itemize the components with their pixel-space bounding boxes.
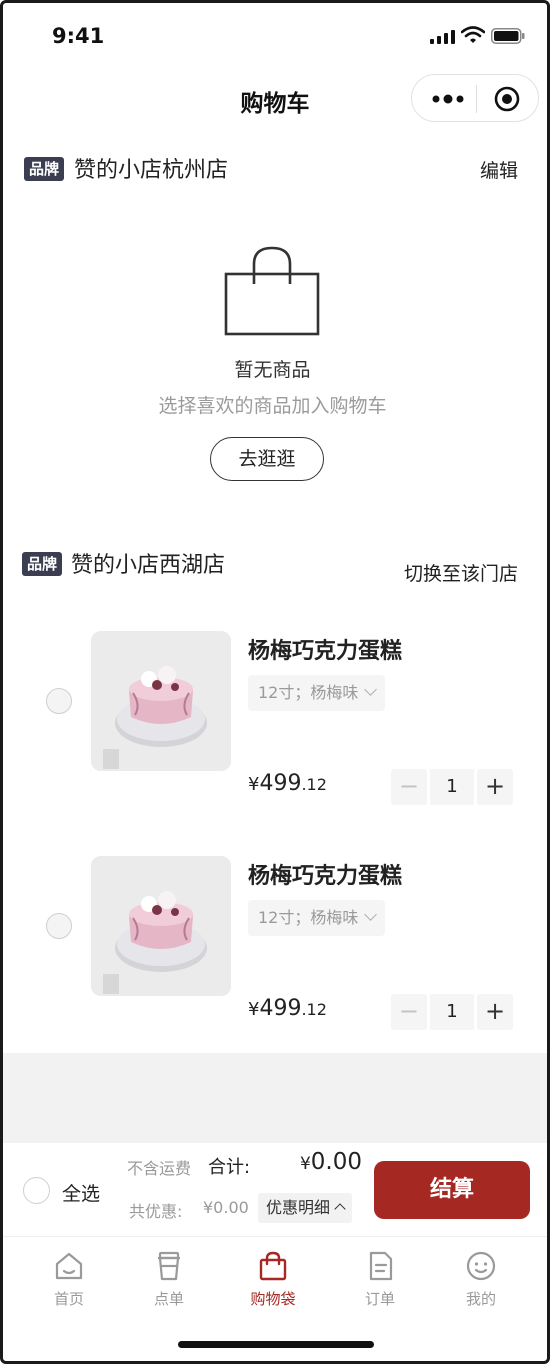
more-icon[interactable] — [430, 89, 466, 109]
list-footer-spacer — [3, 1053, 547, 1143]
cake-image — [91, 856, 231, 996]
tab-label: 购物袋 — [250, 1290, 296, 1308]
total-label: 合计: — [208, 1157, 251, 1178]
product-image[interactable] — [91, 856, 231, 996]
wifi-icon — [461, 26, 485, 43]
checkout-button[interactable]: 结算 — [374, 1161, 530, 1219]
price-decimal: .12 — [301, 1000, 327, 1019]
sku-label: 12寸；杨梅味 — [258, 908, 359, 927]
tab-label: 我的 — [465, 1290, 496, 1308]
quantity-value[interactable]: 1 — [430, 994, 474, 1030]
increase-button[interactable]: + — [477, 769, 513, 805]
discount-detail-label: 优惠明细 — [266, 1198, 331, 1217]
browse-button[interactable]: 去逛逛 — [210, 437, 324, 481]
chevron-down-icon — [364, 683, 378, 696]
product-name[interactable]: 杨梅巧克力蛋糕 — [248, 633, 402, 665]
total-currency: ¥ — [299, 1154, 311, 1174]
store-name: 赞的小店杭州店 — [74, 158, 229, 183]
decrease-button[interactable]: − — [391, 994, 427, 1030]
close-target-icon[interactable] — [494, 86, 520, 112]
brand-tag: 品牌 — [22, 552, 63, 576]
battery-icon — [491, 28, 525, 44]
checkout-bar: 全选 不含运费 合计: ¥0.00 共优惠: ¥0.00 优惠明细 结算 — [3, 1143, 547, 1237]
cart-item: 杨梅巧克力蛋糕 12寸；杨梅味 ¥499.12 − 1 + — [0, 631, 550, 811]
price-decimal: .12 — [301, 775, 327, 794]
product-price: ¥499.12 — [248, 771, 327, 796]
select-all-label[interactable]: 全选 — [62, 1179, 100, 1206]
shipping-note: 不含运费 — [127, 1159, 192, 1178]
bag-icon — [259, 1251, 287, 1281]
cup-icon — [158, 1251, 180, 1281]
chevron-down-icon — [364, 908, 378, 921]
store-header-xihu: 品牌 赞的小店西湖店 切换至该门店 — [0, 545, 550, 585]
increase-button[interactable]: + — [477, 994, 513, 1030]
tab-profile[interactable]: 我的 — [431, 1238, 531, 1318]
mini-program-capsule — [411, 74, 539, 122]
price-integer: 499 — [259, 771, 302, 796]
sku-label: 12寸；杨梅味 — [258, 683, 359, 702]
cellular-signal-icon — [430, 30, 455, 44]
empty-subtitle: 选择喜欢的商品加入购物车 — [158, 395, 387, 417]
sku-selector[interactable]: 12寸；杨梅味 — [248, 675, 386, 711]
item-select-checkbox[interactable] — [46, 688, 72, 714]
price-currency: ¥ — [248, 999, 260, 1020]
home-indicator — [178, 1341, 374, 1348]
status-bar: 9:41 — [0, 0, 550, 70]
home-icon — [55, 1252, 83, 1280]
tab-home[interactable]: 首页 — [19, 1238, 119, 1318]
tab-shopping-bag[interactable]: 购物袋 — [223, 1238, 323, 1318]
decrease-button[interactable]: − — [391, 769, 427, 805]
tab-label: 订单 — [364, 1290, 395, 1308]
discount-value: ¥0.00 — [203, 1198, 249, 1217]
total-number: 0.00 — [310, 1149, 362, 1175]
price-integer: 499 — [259, 996, 302, 1021]
total-amount: ¥0.00 — [300, 1149, 362, 1175]
shopping-bag-icon — [224, 246, 320, 336]
store-header-hangzhou: 品牌 赞的小店杭州店 编辑 — [0, 150, 550, 190]
item-select-checkbox[interactable] — [46, 913, 72, 939]
product-image[interactable] — [91, 631, 231, 771]
discount-label: 共优惠: — [129, 1202, 183, 1221]
edit-button[interactable]: 编辑 — [480, 156, 518, 183]
tab-label: 首页 — [53, 1290, 84, 1308]
sku-selector[interactable]: 12寸；杨梅味 — [248, 900, 386, 936]
tab-orders[interactable]: 订单 — [330, 1238, 430, 1318]
empty-title: 暂无商品 — [234, 359, 311, 381]
face-icon — [466, 1251, 496, 1281]
cart-item: 杨梅巧克力蛋糕 12寸；杨梅味 ¥499.12 − 1 + — [0, 856, 550, 1036]
discount-detail-button[interactable]: 优惠明细 — [258, 1193, 353, 1223]
chevron-up-icon — [334, 1203, 346, 1215]
order-icon — [369, 1251, 393, 1281]
tab-order-menu[interactable]: 点单 — [119, 1238, 219, 1318]
cake-image — [91, 631, 231, 771]
switch-store-button[interactable]: 切换至该门店 — [404, 559, 518, 586]
brand-tag: 品牌 — [24, 157, 65, 181]
product-name[interactable]: 杨梅巧克力蛋糕 — [248, 858, 402, 890]
select-all-checkbox[interactable] — [23, 1177, 50, 1204]
tab-bar: 首页 点单 购物袋 订单 我的 — [3, 1238, 547, 1318]
product-price: ¥499.12 — [248, 996, 327, 1021]
quantity-stepper: − 1 + — [391, 769, 513, 805]
tab-label: 点单 — [153, 1290, 184, 1308]
quantity-stepper: − 1 + — [391, 994, 513, 1030]
capsule-divider — [476, 85, 477, 113]
quantity-value[interactable]: 1 — [430, 769, 474, 805]
price-currency: ¥ — [248, 774, 260, 795]
store-name: 赞的小店西湖店 — [71, 553, 226, 578]
status-time: 9:41 — [52, 24, 105, 48]
